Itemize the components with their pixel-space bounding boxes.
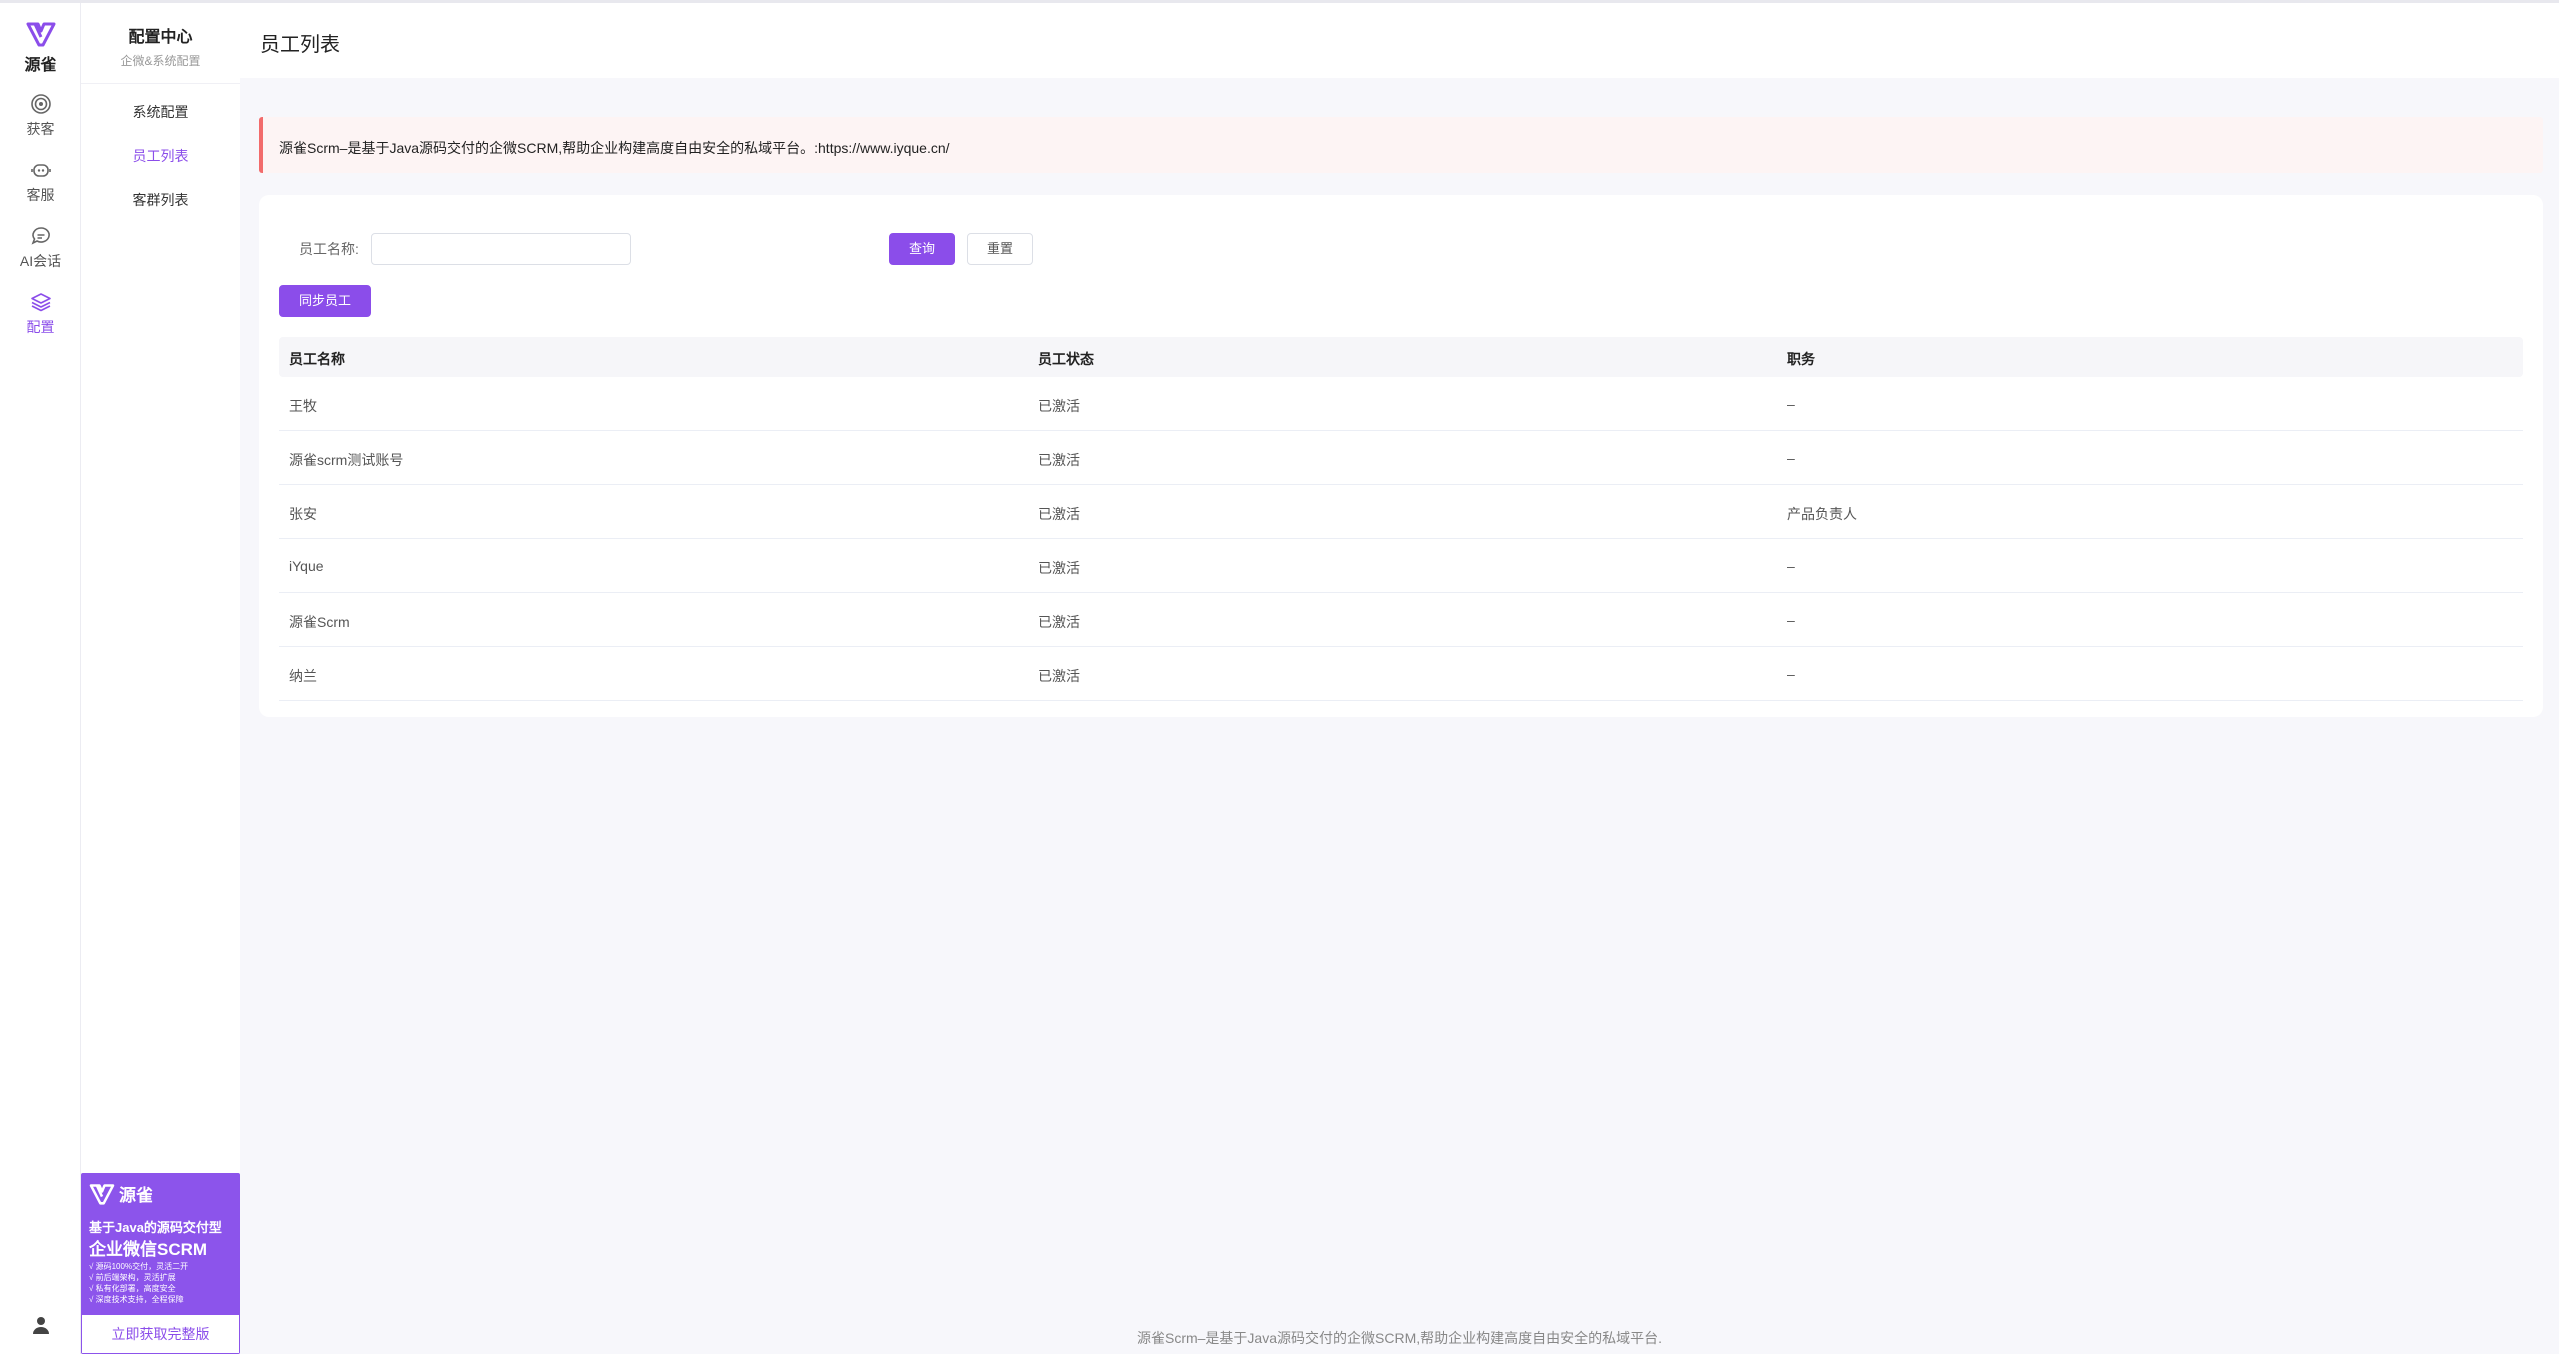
- promo-headline: 基于Java的源码交付型: [89, 1220, 222, 1235]
- cell-position: –: [1787, 558, 1795, 574]
- layers-icon: [30, 293, 51, 312]
- promo-point: √ 私有化部署，高度安全: [89, 1284, 176, 1293]
- rail-item-acquire[interactable]: 获客: [0, 93, 81, 139]
- table-header: 员工名称 员工状态 职务: [279, 337, 2523, 377]
- cell-status: 已激活: [1038, 452, 1080, 468]
- rail-item-ai-chat[interactable]: AI会话: [0, 225, 81, 271]
- rail-item-label: 配置: [26, 319, 55, 335]
- cell-status: 已激活: [1038, 668, 1080, 684]
- table-row[interactable]: 源雀scrm测试账号 已激活 –: [279, 431, 2523, 485]
- promo-logo: 源雀: [89, 1181, 153, 1206]
- cell-name: 源雀scrm测试账号: [289, 452, 404, 468]
- brand-logo[interactable]: 源雀: [0, 21, 81, 75]
- column-header-name: 员工名称: [289, 351, 345, 367]
- submenu-item-system-config[interactable]: 系统配置: [81, 102, 240, 122]
- user-avatar-button[interactable]: [0, 1315, 81, 1340]
- brand-name: 源雀: [24, 57, 57, 74]
- cell-name: 纳兰: [289, 668, 317, 684]
- submenu-desc: 企微&系统配置: [120, 54, 201, 68]
- rail-item-label: AI会话: [19, 253, 62, 269]
- cell-position: –: [1787, 396, 1795, 412]
- cell-status: 已激活: [1038, 506, 1080, 522]
- table-row[interactable]: 源雀Scrm 已激活 –: [279, 593, 2523, 647]
- cell-position: –: [1787, 666, 1795, 682]
- headset-icon: [30, 164, 51, 177]
- alert-text: 源雀Scrm–是基于Java源码交付的企微SCRM,帮助企业构建高度自由安全的私…: [279, 140, 950, 156]
- query-button[interactable]: 查询: [889, 233, 955, 265]
- footer-text: 源雀Scrm–是基于Java源码交付的企微SCRM,帮助企业构建高度自由安全的私…: [1136, 1330, 1663, 1346]
- main-content: 员工列表 源雀Scrm–是基于Java源码交付的企微SCRM,帮助企业构建高度自…: [240, 3, 2559, 1354]
- rail-item-config[interactable]: 配置: [0, 291, 81, 337]
- promo-point: √ 前后端架构，灵活扩展: [89, 1273, 176, 1282]
- chat-icon: [31, 227, 50, 245]
- cell-name: 张安: [289, 506, 317, 522]
- table-row[interactable]: iYque 已激活 –: [279, 539, 2523, 593]
- employee-table: 员工名称 员工状态 职务 王牧 已激活 – 源雀scrm测试账号 已激活 – 张…: [279, 337, 2523, 701]
- cell-status: 已激活: [1038, 560, 1080, 576]
- cell-position: 产品负责人: [1787, 506, 1857, 522]
- config-submenu: 配置中心 企微&系统配置 系统配置 员工列表 客群列表 源雀 基于Java的源码…: [81, 3, 240, 1354]
- rail-item-label: 客服: [26, 187, 55, 203]
- promo-point: √ 源码100%交付，灵活二开: [89, 1262, 189, 1271]
- employee-card: 员工名称: 查询 重置 同步员工 员工名称 员工状态 职务 王牧 已激活 – 源…: [259, 195, 2543, 717]
- promo-banner[interactable]: 源雀 基于Java的源码交付型 企业微信SCRM √ 源码100%交付，灵活二开…: [81, 1173, 240, 1354]
- cell-position: –: [1787, 450, 1795, 466]
- promo-points: √ 源码100%交付，灵活二开 √ 前后端架构，灵活扩展 √ 私有化部署，高度安…: [89, 1261, 188, 1305]
- table-row[interactable]: 张安 已激活 产品负责人: [279, 485, 2523, 539]
- cell-name: 源雀Scrm: [289, 614, 350, 630]
- cell-position: –: [1787, 612, 1795, 628]
- cell-name: 王牧: [289, 398, 317, 414]
- page-header: 员工列表: [240, 3, 2559, 78]
- reset-button[interactable]: 重置: [967, 233, 1033, 265]
- promo-point: √ 深度技术支持，全程保障: [89, 1295, 184, 1304]
- page-title: 员工列表: [260, 34, 340, 56]
- target-icon: [30, 94, 51, 114]
- info-alert: 源雀Scrm–是基于Java源码交付的企微SCRM,帮助企业构建高度自由安全的私…: [259, 117, 2543, 173]
- employee-name-label: 员工名称:: [299, 241, 359, 257]
- table-row[interactable]: 王牧 已激活 –: [279, 377, 2523, 431]
- promo-subheadline: 企业微信SCRM: [89, 1240, 208, 1259]
- cell-name: iYque: [289, 558, 324, 574]
- rail-item-label: 获客: [26, 121, 55, 137]
- submenu-title: 配置中心: [128, 29, 193, 46]
- brand-logo-icon: [89, 1183, 115, 1205]
- sync-employees-button[interactable]: 同步员工: [279, 285, 371, 317]
- cell-status: 已激活: [1038, 614, 1080, 630]
- employee-name-input[interactable]: [371, 233, 631, 265]
- submenu-item-group-list[interactable]: 客群列表: [81, 190, 240, 210]
- table-row[interactable]: 纳兰 已激活 –: [279, 647, 2523, 701]
- promo-logo-text: 源雀: [119, 1186, 153, 1205]
- rail-item-service[interactable]: 客服: [0, 159, 81, 205]
- divider: [81, 83, 240, 84]
- cell-status: 已激活: [1038, 398, 1080, 414]
- column-header-status: 员工状态: [1038, 351, 1094, 367]
- brand-logo-icon: [26, 22, 55, 47]
- submenu-item-employee-list[interactable]: 员工列表: [81, 146, 240, 166]
- icon-rail: 源雀 获客 客服 AI会话 配置: [0, 3, 81, 1354]
- column-header-position: 职务: [1787, 351, 1815, 367]
- user-icon: [32, 1317, 49, 1334]
- get-full-version-button[interactable]: 立即获取完整版: [81, 1314, 240, 1354]
